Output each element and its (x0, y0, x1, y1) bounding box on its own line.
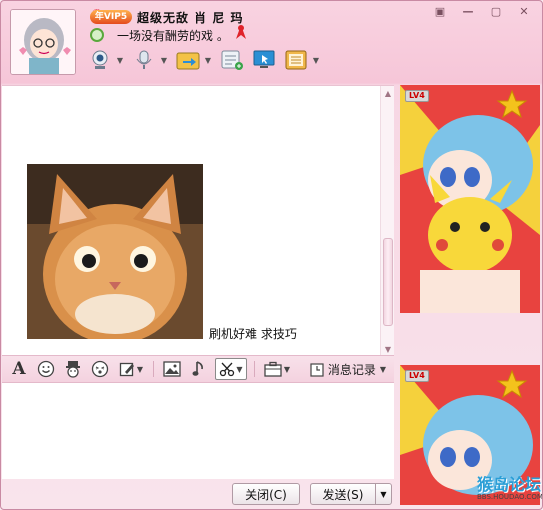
level-badge: LV4 (405, 370, 429, 382)
chevron-down-icon[interactable]: ▼ (159, 55, 169, 65)
history-label: 消息记录 (327, 363, 376, 377)
font-icon[interactable]: A (8, 358, 30, 380)
level-badge: LV4 (405, 90, 429, 102)
message-history-button[interactable]: 消息记录 ▼ (310, 361, 386, 378)
group-chat-icon[interactable] (219, 47, 245, 73)
skin-button[interactable]: ▣ (428, 3, 452, 19)
screenshot-icon[interactable]: ▼ (215, 358, 247, 380)
forum-watermark-url: BBS.HOUDAO.COM (477, 493, 543, 501)
toolbar-divider (153, 361, 154, 377)
chat-toolbar: ▼ ▼ ▼ ▼ (87, 47, 321, 73)
chevron-down-icon[interactable]: ▼ (311, 55, 321, 65)
voice-call-icon[interactable] (131, 47, 157, 73)
scroll-up-arrow-icon[interactable]: ▲ (383, 88, 393, 98)
toolbar-divider (254, 361, 255, 377)
send-button[interactable]: 发送(S) ▼ (310, 483, 392, 505)
contact-avatar[interactable] (10, 9, 76, 75)
kitten-photo[interactable] (27, 164, 203, 339)
doodle-icon[interactable]: ▼ (116, 358, 146, 380)
app-box-icon[interactable] (283, 47, 309, 73)
clock-icon (310, 362, 324, 377)
image-icon[interactable] (161, 358, 183, 380)
message-input[interactable] (2, 383, 394, 479)
contact-show-picture[interactable]: LV4 (400, 85, 540, 313)
input-toolbar: A ▼ ▼ ▼ 消息记录 ▼ (2, 355, 394, 383)
group-chat-group[interactable] (219, 47, 245, 73)
video-call-icon[interactable] (87, 47, 113, 73)
music-icon[interactable] (188, 358, 210, 380)
toolbox-icon[interactable]: ▼ (262, 358, 292, 380)
scroll-thumb[interactable] (383, 238, 393, 326)
chat-window: ♛ 年VIP5 超级无敌 肖 尼 玛 一场没有酬劳的戏 。 ▣ — ▢ ✕ ▼ … (0, 0, 543, 510)
forum-watermark: 猴岛论坛 (477, 475, 542, 494)
app-box-group[interactable]: ▼ (283, 47, 321, 73)
send-options-chevron-icon[interactable]: ▼ (375, 484, 391, 504)
remote-assist-group[interactable] (251, 47, 277, 73)
minimize-button[interactable]: — (456, 3, 480, 19)
shake-icon[interactable] (89, 358, 111, 380)
chevron-down-icon: ▼ (379, 365, 386, 374)
file-transfer-group[interactable]: ▼ (175, 47, 213, 73)
voice-call-group[interactable]: ▼ (131, 47, 169, 73)
scroll-down-arrow-icon[interactable]: ▼ (383, 344, 393, 354)
contact-nickname: 超级无敌 肖 尼 玛 (137, 11, 244, 25)
send-label: 发送(S) (322, 487, 364, 502)
video-call-group[interactable]: ▼ (87, 47, 125, 73)
file-transfer-icon[interactable] (175, 47, 201, 73)
message-history-pane[interactable]: 刷机好难 求技巧 ▲ ▼ (2, 85, 394, 356)
chevron-down-icon[interactable]: ▼ (115, 55, 125, 65)
online-status-icon (90, 28, 104, 42)
close-button[interactable]: 关闭(C) (232, 483, 300, 505)
window-controls: ▣ — ▢ ✕ (428, 3, 536, 19)
magic-emoji-icon[interactable] (62, 358, 84, 380)
ribbon-icon[interactable] (233, 23, 249, 41)
contact-signature: 一场没有酬劳的戏 。 (117, 29, 229, 43)
chat-scrollbar[interactable]: ▲ ▼ (380, 86, 394, 356)
emoji-icon[interactable] (35, 358, 57, 380)
close-window-button[interactable]: ✕ (512, 3, 536, 19)
vip-badge[interactable]: 年VIP5 (90, 10, 132, 24)
chevron-down-icon[interactable]: ▼ (203, 55, 213, 65)
maximize-button[interactable]: ▢ (484, 3, 508, 19)
message-text: 刷机好难 求技巧 (209, 327, 297, 341)
remote-assist-icon[interactable] (251, 47, 277, 73)
